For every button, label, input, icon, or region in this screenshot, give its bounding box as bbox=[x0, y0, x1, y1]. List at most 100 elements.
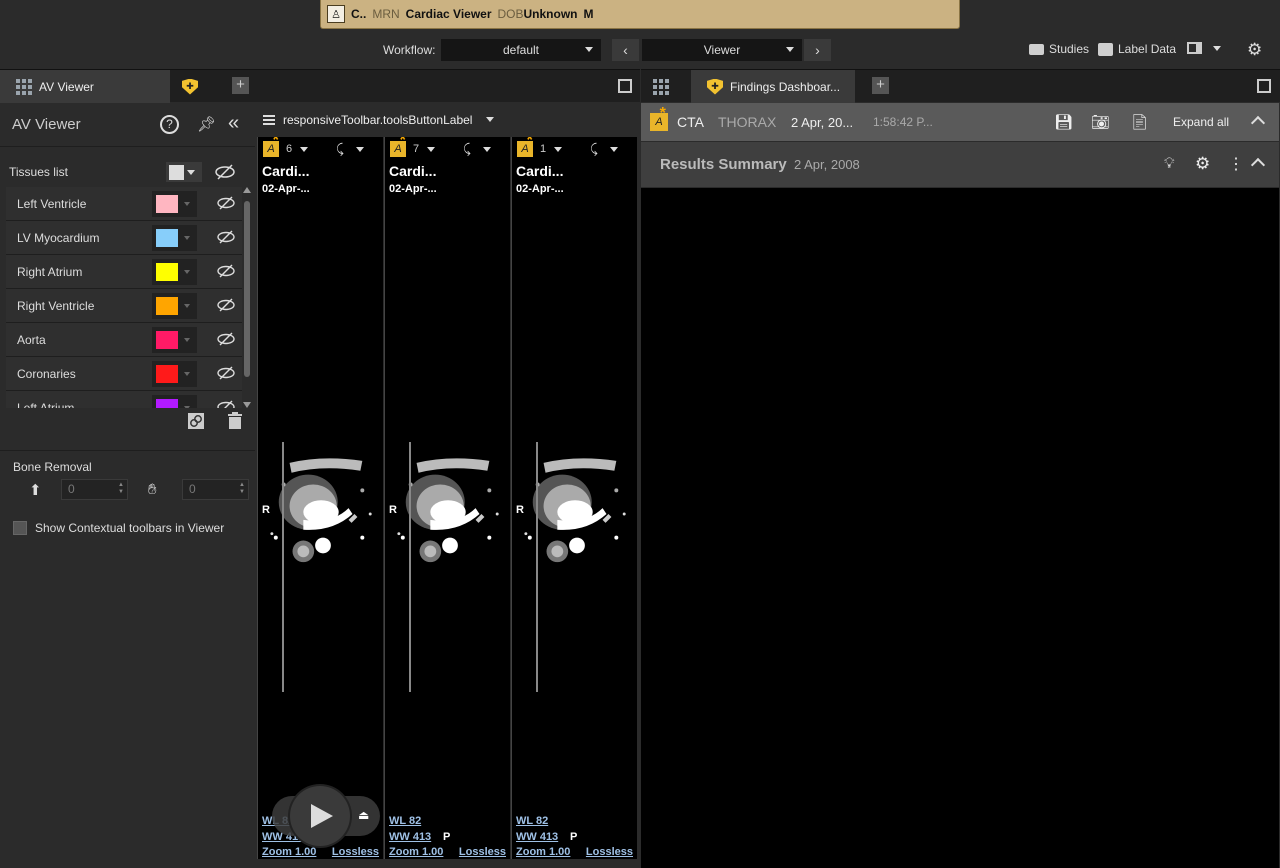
bone-remove-icon[interactable]: ✋︎ bbox=[148, 481, 157, 498]
previous-button[interactable]: ‹ bbox=[612, 39, 639, 61]
add-tab-button[interactable]: + bbox=[232, 77, 249, 94]
add-tab-button[interactable]: + bbox=[872, 77, 889, 94]
chevron-down-icon[interactable] bbox=[356, 147, 364, 152]
bone-threshold-input-2[interactable]: 0 ▲ ▼ bbox=[182, 479, 249, 500]
tissue-row[interactable]: Left Atrium bbox=[6, 391, 242, 408]
tissue-row[interactable]: Right Ventricle bbox=[6, 289, 242, 323]
next-button[interactable]: › bbox=[804, 39, 831, 61]
window-width-value[interactable]: WW 413 bbox=[516, 831, 558, 843]
crosshair-line[interactable] bbox=[409, 442, 411, 692]
studies-button[interactable]: Studies bbox=[1029, 42, 1089, 56]
lightbulb-icon[interactable]: 💡︎ bbox=[1164, 155, 1175, 172]
tab-findings-shortcut[interactable]: ✚ bbox=[166, 70, 216, 103]
results-summary-header[interactable]: Results Summary 2 Apr, 2008 💡︎ ⚙ ⋮ bbox=[641, 142, 1279, 187]
eject-icon[interactable]: ⏏ bbox=[358, 808, 369, 822]
eye-off-icon[interactable] bbox=[217, 366, 235, 380]
viewer-dropdown[interactable]: Viewer bbox=[642, 39, 802, 61]
trash-icon[interactable] bbox=[226, 412, 244, 430]
tissue-color-picker[interactable] bbox=[152, 361, 197, 387]
viewport-1[interactable]: A6⤹Cardi...02-Apr-...RWL 82WW 413PZoom 1… bbox=[257, 137, 383, 859]
bone-threshold-input-1[interactable]: 0 ▲ ▼ bbox=[61, 479, 128, 500]
save-icon[interactable]: 💾︎ bbox=[1054, 113, 1073, 131]
viewport-badge-icon[interactable]: A bbox=[263, 137, 279, 157]
contextual-toolbars-checkbox[interactable] bbox=[13, 521, 27, 535]
tab-findings-dashboard[interactable]: ✚ Findings Dashboar... bbox=[691, 70, 855, 103]
chevron-down-icon[interactable] bbox=[610, 147, 618, 152]
tissue-color-picker[interactable] bbox=[152, 327, 197, 353]
eye-off-icon[interactable] bbox=[217, 400, 235, 408]
tissue-color-picker[interactable] bbox=[152, 293, 197, 319]
maximize-icon[interactable] bbox=[618, 79, 632, 93]
kebab-icon[interactable]: ⋮ bbox=[1228, 154, 1244, 174]
tissue-scrollbar[interactable] bbox=[243, 187, 251, 408]
gear-icon[interactable]: ⚙ bbox=[1195, 154, 1210, 174]
spinner-arrows-icon[interactable]: ▲ ▼ bbox=[118, 482, 124, 496]
tissue-row[interactable]: LV Myocardium bbox=[6, 221, 242, 255]
play-button[interactable] bbox=[290, 786, 350, 846]
window-level-icon[interactable]: ⤹ bbox=[336, 141, 344, 157]
viewport-2[interactable]: A7 ⤹ Cardi... 02-Apr-... R WL 82 WW 413 PZoom 1… bbox=[384, 137, 510, 859]
help-icon[interactable]: ? bbox=[160, 115, 179, 134]
label-data-button[interactable]: Label Data bbox=[1098, 42, 1176, 56]
window-level-value[interactable]: WL 82 bbox=[516, 815, 548, 827]
window-level-icon[interactable]: ⤹ bbox=[463, 141, 471, 157]
compression-status[interactable]: Lossless bbox=[332, 846, 379, 858]
chevron-up-icon[interactable] bbox=[1250, 157, 1266, 173]
window-level-icon[interactable]: ⤹ bbox=[590, 141, 598, 157]
layout-dropdown[interactable] bbox=[1187, 42, 1221, 54]
compression-status[interactable]: Lossless bbox=[586, 846, 633, 858]
viewport-3[interactable]: A1 ⤹ Cardi... 02-Apr-... R WL 82 WW 413 PZoom 1… bbox=[511, 137, 637, 859]
patient-banner[interactable]: ♙ C.. MRN Cardiac Viewer DOB Unknown M bbox=[320, 0, 960, 29]
tissue-color-picker[interactable] bbox=[152, 191, 197, 217]
eye-off-icon[interactable] bbox=[217, 298, 235, 312]
chevron-down-icon[interactable] bbox=[427, 147, 435, 152]
chevron-down-icon[interactable] bbox=[554, 147, 562, 152]
settings-button[interactable]: ⚙ bbox=[1247, 40, 1262, 60]
maximize-icon[interactable] bbox=[1257, 79, 1271, 93]
eye-off-icon[interactable] bbox=[215, 164, 235, 180]
viewport-toolbar[interactable]: responsiveToolbar.toolsButtonLabel bbox=[256, 103, 640, 136]
tissue-color-picker[interactable] bbox=[152, 225, 197, 251]
report-icon[interactable]: 📄︎ bbox=[1130, 113, 1149, 131]
workflow-dropdown[interactable]: default bbox=[441, 39, 601, 61]
tissue-color-picker[interactable] bbox=[152, 259, 197, 285]
tissue-row[interactable]: Aorta bbox=[6, 323, 242, 357]
study-header[interactable]: A CTA THORAX 2 Apr, 20... 1:58:42 P... 💾… bbox=[641, 103, 1279, 141]
bone-add-icon[interactable]: ⬆ bbox=[29, 481, 42, 499]
window-level-value[interactable]: WL 82 bbox=[389, 815, 421, 827]
tissue-row[interactable]: Left Ventricle bbox=[6, 187, 242, 221]
chevron-down-icon[interactable] bbox=[483, 147, 491, 152]
window-width-value[interactable]: WW 413 bbox=[389, 831, 431, 843]
tab-av-viewer[interactable]: AV Viewer bbox=[0, 70, 170, 103]
chevron-up-icon[interactable] bbox=[1250, 115, 1266, 131]
eye-off-icon[interactable] bbox=[217, 264, 235, 278]
camera-icon[interactable]: 📷︎ bbox=[1091, 113, 1110, 131]
compression-status[interactable]: Lossless bbox=[459, 846, 506, 858]
crosshair-line[interactable] bbox=[282, 442, 284, 692]
chevron-down-icon[interactable] bbox=[300, 147, 308, 152]
zoom-value[interactable]: Zoom 1.00 bbox=[262, 846, 316, 858]
viewport-badge-icon[interactable]: A bbox=[390, 137, 406, 157]
spinner-arrows-icon[interactable]: ▲ ▼ bbox=[239, 482, 245, 496]
tab-layout[interactable] bbox=[641, 70, 693, 103]
crosshair-line[interactable] bbox=[536, 442, 538, 692]
tissue-row[interactable]: Coronaries bbox=[6, 357, 242, 391]
eye-off-icon[interactable] bbox=[217, 332, 235, 346]
collapse-icon[interactable]: « bbox=[228, 112, 239, 135]
eye-off-icon[interactable] bbox=[217, 230, 235, 244]
tissue-color-dropdown[interactable] bbox=[166, 162, 202, 182]
findings-shield-icon: ✚ bbox=[707, 78, 723, 95]
pin-icon[interactable]: 📌︎ bbox=[197, 115, 216, 133]
tissue-color-picker[interactable] bbox=[152, 395, 197, 408]
expand-all-button[interactable]: Expand all bbox=[1173, 115, 1229, 129]
scroll-up-icon[interactable] bbox=[243, 187, 251, 193]
link-icon[interactable] bbox=[187, 412, 205, 430]
tissue-row[interactable]: Right Atrium bbox=[6, 255, 242, 289]
scroll-thumb[interactable] bbox=[244, 201, 250, 377]
scroll-down-icon[interactable] bbox=[243, 402, 251, 408]
zoom-value[interactable]: Zoom 1.00 bbox=[516, 846, 570, 858]
viewport-badge-icon[interactable]: A bbox=[517, 137, 533, 157]
zoom-value[interactable]: Zoom 1.00 bbox=[389, 846, 443, 858]
eye-off-icon[interactable] bbox=[217, 196, 235, 210]
chevron-right-icon: › bbox=[815, 42, 820, 58]
